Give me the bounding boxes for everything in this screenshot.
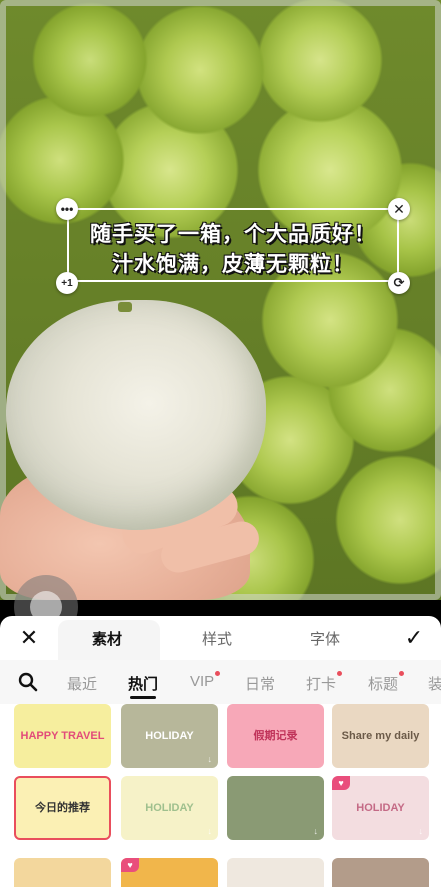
sticker-tile[interactable]: [332, 858, 429, 887]
vip-heart-icon: ♥: [121, 858, 139, 872]
sticker-tile-label: HOLIDAY: [356, 801, 405, 814]
sticker-tile[interactable]: ↓: [227, 776, 324, 840]
tab-materials[interactable]: 素材: [92, 628, 122, 649]
rotate-icon[interactable]: ⟳: [388, 272, 410, 294]
sticker-tile-label: HAPPY TRAVEL: [20, 729, 105, 742]
close-icon[interactable]: ✕: [388, 198, 410, 220]
new-dot: [215, 671, 221, 676]
sticker-tile[interactable]: HAPPY TRAVEL: [14, 704, 111, 768]
category-bar: 最近 热门 VIP 日常 打卡 标题 装: [0, 660, 441, 704]
sticker-tile-label: 今日的推荐: [35, 801, 90, 814]
sticker-tile[interactable]: HOLIDAY ↓: [121, 704, 218, 768]
sticker-tile-label: Share my daily: [341, 729, 420, 742]
plus-one-button[interactable]: +1: [56, 272, 78, 294]
sticker-tile-selected[interactable]: 今日的推荐: [14, 776, 111, 840]
category-decor[interactable]: 装: [428, 673, 441, 694]
sticker-tile-label: 假期记录: [253, 729, 298, 742]
sticker-tile[interactable]: ♥ HOLIDAY ↓: [332, 776, 429, 840]
sticker-tile[interactable]: Share my daily: [332, 704, 429, 768]
confirm-check-icon[interactable]: ✓: [402, 625, 426, 650]
text-sticker[interactable]: 随手买了一箱，个大品质好！ 汁水饱满，皮薄无颗粒！: [67, 208, 399, 282]
new-dot: [399, 671, 405, 676]
sticker-tile-label: HOLIDAY: [145, 729, 194, 742]
tab-style[interactable]: 样式: [202, 628, 232, 649]
search-icon[interactable]: [18, 672, 38, 692]
peeled-pear-image: [6, 300, 266, 530]
more-icon[interactable]: •••: [56, 198, 78, 220]
photo-canvas[interactable]: 随手买了一箱，个大品质好！ 汁水饱满，皮薄无颗粒！ ••• ✕ +1 ⟳: [0, 0, 441, 600]
sticker-tile[interactable]: [14, 858, 111, 887]
new-dot: [337, 671, 343, 676]
active-category-underline: [130, 696, 156, 699]
sticker-tile[interactable]: HOLIDAY ↓: [121, 776, 218, 840]
tab-font[interactable]: 字体: [310, 628, 340, 649]
category-checkin[interactable]: 打卡: [306, 671, 343, 694]
download-icon: ↓: [418, 826, 424, 836]
category-title[interactable]: 标题: [368, 671, 405, 694]
pear-stem: [118, 302, 132, 312]
category-hot[interactable]: 热门: [128, 673, 158, 694]
sticker-tile[interactable]: 假期记录: [227, 704, 324, 768]
category-recent[interactable]: 最近: [67, 673, 97, 694]
panel-tabbar: ✕ 素材 样式 字体 ✓: [0, 616, 441, 660]
sticker-tile[interactable]: [227, 858, 324, 887]
sticker-tile[interactable]: ♥: [121, 858, 218, 887]
sticker-text-line-1: 随手买了一箱，个大品质好！: [90, 223, 376, 246]
vip-heart-icon: ♥: [332, 776, 350, 790]
download-icon: ↓: [313, 826, 319, 836]
download-icon: ↓: [207, 826, 213, 836]
sticker-panel: ✕ 素材 样式 字体 ✓ 最近 热门 VIP 日常 打卡 标题 装 HAPPY …: [0, 616, 441, 887]
download-icon: ↓: [207, 754, 213, 764]
category-daily[interactable]: 日常: [245, 673, 275, 694]
close-panel-icon[interactable]: ✕: [17, 625, 41, 650]
sticker-text-line-2: 汁水饱满，皮薄无颗粒！: [112, 253, 354, 276]
category-vip[interactable]: VIP: [190, 671, 221, 690]
sticker-tile-label: HOLIDAY: [145, 801, 194, 814]
